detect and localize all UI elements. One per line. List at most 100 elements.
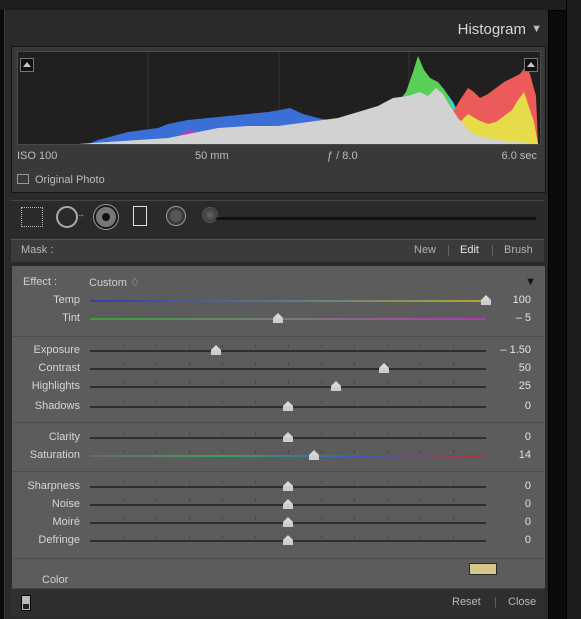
- highlights-thumb[interactable]: [331, 381, 342, 391]
- tick-mark: [321, 401, 322, 404]
- shadow-clipping-button[interactable]: [20, 58, 34, 72]
- tick-mark: [123, 535, 124, 538]
- tick-mark: [156, 363, 157, 366]
- tick-mark: [222, 517, 223, 520]
- original-photo-toggle[interactable]: Original Photo: [17, 174, 105, 186]
- tool-slider-track: [216, 217, 536, 220]
- panel-footer: Reset | Close: [11, 588, 544, 617]
- tick-mark: [255, 381, 256, 384]
- checkbox-icon[interactable]: [17, 174, 29, 184]
- spot-removal-icon[interactable]: [56, 206, 85, 228]
- tick-mark: [420, 432, 421, 435]
- noise-thumb[interactable]: [283, 499, 293, 509]
- mask-new-button[interactable]: New: [414, 244, 436, 256]
- slider-value[interactable]: 0: [525, 480, 531, 492]
- slider-value[interactable]: 0: [525, 534, 531, 546]
- tick-mark: [255, 517, 256, 520]
- saturation-thumb[interactable]: [309, 450, 320, 460]
- exposure-track[interactable]: [90, 350, 486, 352]
- slider-sharpness[interactable]: Sharpness 0: [12, 478, 545, 496]
- highlight-clipping-button[interactable]: [524, 58, 538, 72]
- histogram-graph[interactable]: [17, 51, 541, 145]
- slider-moire[interactable]: Moiré 0: [12, 514, 545, 532]
- slider-label: Temp: [53, 294, 80, 306]
- tick-mark: [453, 401, 454, 404]
- tint-track[interactable]: [90, 318, 486, 320]
- effect-preset-dropdown[interactable]: Custom ♢: [89, 276, 140, 289]
- defringe-thumb[interactable]: [283, 535, 293, 545]
- slider-exposure[interactable]: Exposure – 1.50: [12, 342, 545, 360]
- tick-mark: [453, 345, 454, 348]
- moire-thumb[interactable]: [283, 517, 293, 527]
- exposure-thumb[interactable]: [210, 345, 221, 355]
- slider-label: Noise: [51, 498, 80, 510]
- panel-toggle-switch[interactable]: [21, 595, 31, 611]
- slider-contrast[interactable]: Contrast 50: [12, 360, 545, 378]
- triangle-down-icon[interactable]: ▼: [525, 276, 536, 288]
- tick-mark: [123, 381, 124, 384]
- shadows-thumb[interactable]: [283, 401, 293, 411]
- clarity-thumb[interactable]: [283, 432, 293, 442]
- tick-mark: [453, 481, 454, 484]
- tick-mark: [222, 481, 223, 484]
- graduated-filter-icon[interactable]: [133, 206, 147, 226]
- slider-clarity[interactable]: Clarity 0: [12, 429, 545, 447]
- saturation-track[interactable]: [90, 455, 486, 457]
- tick-mark: [387, 381, 388, 384]
- tick-mark: [354, 345, 355, 348]
- slider-value[interactable]: – 1.50: [500, 344, 531, 356]
- slider-noise[interactable]: Noise 0: [12, 496, 545, 514]
- slider-tint[interactable]: Tint – 5: [12, 310, 545, 328]
- tint-thumb[interactable]: [273, 313, 284, 323]
- slider-value[interactable]: 50: [519, 362, 531, 374]
- mask-brush-button[interactable]: Brush: [504, 244, 533, 256]
- mask-edit-button[interactable]: Edit: [460, 244, 479, 256]
- reset-button[interactable]: Reset: [452, 596, 481, 608]
- contrast-thumb[interactable]: [378, 363, 389, 373]
- sharpness-thumb[interactable]: [283, 481, 293, 491]
- slider-saturation[interactable]: Saturation 14: [12, 447, 545, 465]
- tick-mark: [222, 535, 223, 538]
- mask-bar: Mask : New | Edit | Brush: [11, 239, 544, 262]
- slider-temp[interactable]: Temp 100: [12, 292, 545, 310]
- tick-mark: [420, 481, 421, 484]
- slider-value[interactable]: 0: [525, 431, 531, 443]
- slider-label: Contrast: [38, 362, 80, 374]
- red-eye-icon[interactable]: [94, 205, 118, 229]
- tick-mark: [354, 499, 355, 502]
- histogram-header[interactable]: Histogram ▼: [5, 10, 548, 46]
- tick-mark: [453, 535, 454, 538]
- histogram-chart: [78, 52, 540, 144]
- color-swatch[interactable]: [469, 563, 497, 575]
- slider-value[interactable]: – 5: [516, 312, 531, 324]
- radial-filter-icon[interactable]: [166, 206, 186, 226]
- slider-value[interactable]: 100: [513, 294, 531, 306]
- tick-mark: [387, 535, 388, 538]
- tick-mark: [255, 499, 256, 502]
- tick-mark: [288, 363, 289, 366]
- highlights-track[interactable]: [90, 386, 486, 388]
- slider-label: Sharpness: [27, 480, 80, 492]
- temp-thumb[interactable]: [481, 295, 491, 305]
- triangle-down-icon[interactable]: ▼: [531, 23, 542, 35]
- slider-value[interactable]: 0: [525, 516, 531, 528]
- focal-length-value: 50 mm: [195, 150, 229, 162]
- adjustment-brush-icon[interactable]: [202, 207, 218, 223]
- slider-shadows[interactable]: Shadows 0: [12, 398, 545, 416]
- contrast-track[interactable]: [90, 368, 486, 370]
- crop-overlay-icon[interactable]: [21, 207, 43, 227]
- slider-value[interactable]: 14: [519, 449, 531, 461]
- slider-value[interactable]: 0: [525, 498, 531, 510]
- slider-value[interactable]: 25: [519, 380, 531, 392]
- slider-highlights[interactable]: Highlights 25: [12, 378, 545, 396]
- mask-separator: |: [447, 244, 450, 256]
- tick-mark: [453, 432, 454, 435]
- group-divider: [12, 471, 545, 472]
- tick-mark: [321, 432, 322, 435]
- panel-scrollbar[interactable]: [566, 0, 581, 619]
- slider-defringe[interactable]: Defringe 0: [12, 532, 545, 550]
- temp-track[interactable]: [90, 300, 486, 302]
- tick-mark: [321, 345, 322, 348]
- slider-value[interactable]: 0: [525, 400, 531, 412]
- close-button[interactable]: Close: [508, 596, 536, 608]
